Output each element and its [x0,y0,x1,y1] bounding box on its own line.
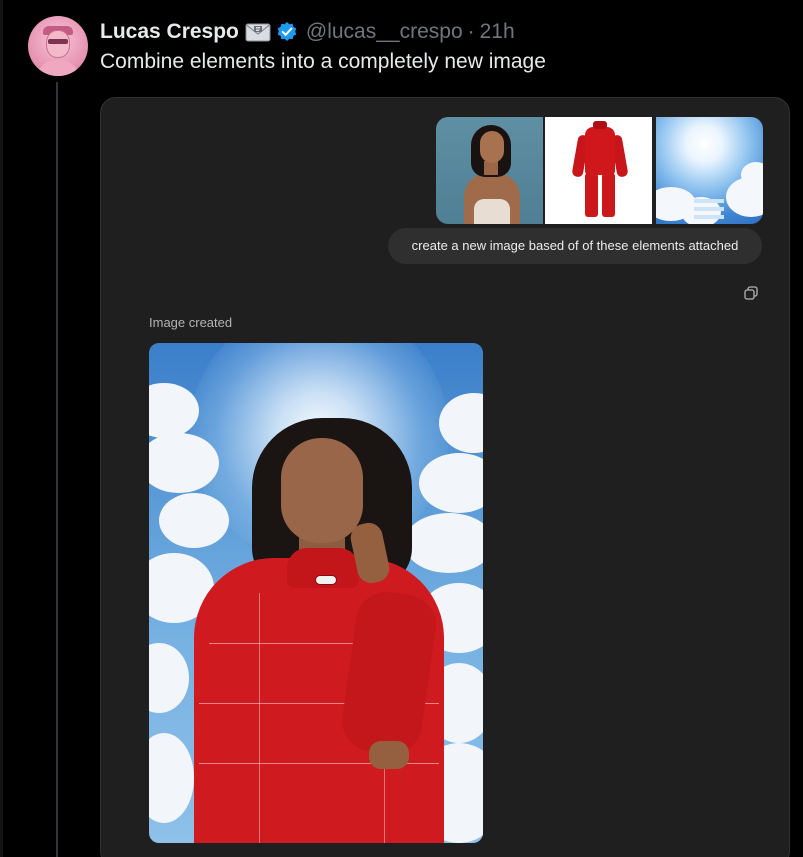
page-edge [0,0,3,857]
stair [694,215,724,219]
portrait-neck [484,161,498,175]
avatar-face [46,30,70,58]
cloud [149,733,194,823]
author-handle[interactable]: @lucas__crespo [306,20,463,44]
avatar[interactable] [28,16,88,76]
attachment-woman-portrait[interactable] [436,117,543,224]
avatar-glasses [48,39,68,44]
prompt-bubble: create a new image based of of these ele… [388,228,762,264]
separator-dot: · [467,20,475,43]
cloud [741,162,763,188]
hand-lower [369,741,409,769]
copy-icon[interactable] [743,285,759,301]
suit-body [585,127,615,175]
tweet-text: Combine elements into a completely new i… [100,50,546,73]
image-created-label: Image created [149,315,233,330]
author-name[interactable]: Lucas Crespo [100,20,239,44]
stair [694,199,724,203]
suit-leg-right [602,173,615,217]
tweet-timestamp[interactable]: 21h [480,20,515,44]
media-card[interactable]: create a new image based of of these ele… [100,97,790,857]
portrait-face [480,131,504,163]
avatar-shirt [36,60,80,76]
suit-badge [315,575,337,585]
tweet-header: Lucas Crespo @lucas__crespo · 21h [100,18,515,46]
face [281,438,363,543]
cloud [159,493,229,548]
cloud [149,643,189,713]
cloud [419,453,483,513]
envelope-icon [245,23,271,42]
cloud [404,513,483,573]
portrait-top [474,199,510,224]
stair [694,207,724,211]
generated-image[interactable] [149,343,483,843]
suit-seam [259,593,260,843]
attachment-sky-clouds[interactable] [656,117,763,224]
suit-leg-left [585,173,598,217]
suit-collar [593,121,607,129]
verified-badge-icon[interactable] [276,21,298,43]
attachment-red-racing-suit[interactable] [545,117,652,224]
thread-line [56,82,58,857]
